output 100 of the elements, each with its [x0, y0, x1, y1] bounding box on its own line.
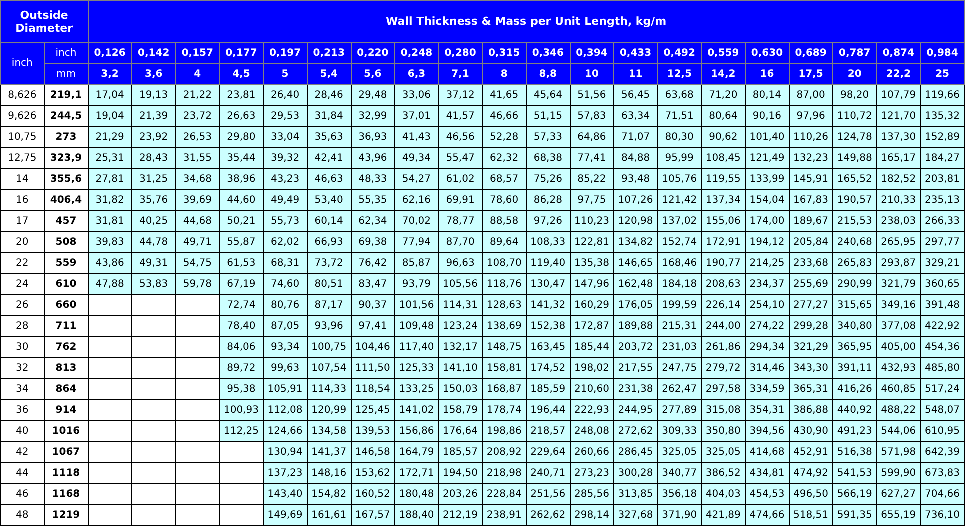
- table-cell: 62,32: [482, 148, 526, 168]
- table-cell: 84,06: [220, 336, 264, 358]
- table-cell: 64,86: [570, 126, 614, 148]
- table-cell: 20: [0, 232, 44, 252]
- table-cell: 711: [44, 316, 88, 336]
- table-cell: 37,12: [438, 84, 482, 106]
- table-cell: 174,00: [745, 210, 790, 232]
- table-cell: 248,08: [570, 420, 614, 442]
- table-cell: 44,78: [132, 232, 176, 252]
- table-cell: 457: [44, 210, 88, 232]
- table-cell: 210,60: [570, 378, 614, 400]
- table-cell: 68,38: [526, 148, 570, 168]
- table-cell: 57,33: [526, 126, 570, 148]
- column-header: 0,787: [832, 42, 877, 64]
- table-cell: 434,81: [745, 462, 790, 484]
- table-cell: 226,14: [702, 294, 746, 316]
- table-cell: 45,64: [526, 84, 570, 106]
- table-cell: 599,90: [876, 462, 921, 484]
- table-cell: 120,98: [614, 210, 658, 232]
- column-header: 3,6: [132, 64, 176, 84]
- table-cell: 53,40: [307, 190, 351, 210]
- table-cell: 25,31: [88, 148, 132, 168]
- table-cell: 355,6: [44, 168, 88, 190]
- table-cell: 85,22: [570, 168, 614, 190]
- table-cell: 146,58: [351, 442, 395, 462]
- table-cell: 33,06: [394, 84, 439, 106]
- table-cell: 46,66: [482, 106, 526, 126]
- table-cell: 112,25: [220, 420, 264, 442]
- table-cell: 27,81: [88, 168, 132, 190]
- table-cell: 219,1: [44, 84, 88, 106]
- table-cell: 496,50: [789, 484, 833, 504]
- table-cell: 23,72: [176, 106, 220, 126]
- table-cell: 566,19: [832, 484, 877, 504]
- table-cell: 421,89: [702, 504, 746, 526]
- table-cell: 71,51: [658, 106, 702, 126]
- table-cell: 233,68: [789, 252, 833, 274]
- table-cell: 185,44: [570, 336, 614, 358]
- table-cell: 251,56: [526, 484, 570, 504]
- table-cell: 154,04: [745, 190, 790, 210]
- table-cell: 285,56: [570, 484, 614, 504]
- table-cell: 158,81: [482, 358, 526, 378]
- table-cell: 49,31: [132, 252, 176, 274]
- table-cell: 198,86: [482, 420, 526, 442]
- table-cell: 48,33: [351, 168, 395, 190]
- table-cell: 134,58: [307, 420, 351, 442]
- table-cell: 360,65: [920, 274, 964, 294]
- table-cell: 44: [0, 462, 44, 484]
- table-cell: 21,22: [176, 84, 220, 106]
- table-cell: 165,17: [876, 148, 921, 168]
- table-cell: 48: [0, 504, 44, 526]
- table-cell: 266,33: [920, 210, 964, 232]
- table-cell: 1219: [44, 504, 88, 526]
- table-cell: 96,63: [438, 252, 482, 274]
- column-header: 5,4: [307, 64, 351, 84]
- table-cell: 180,48: [394, 484, 439, 504]
- table-cell: 41,65: [482, 84, 526, 106]
- table-cell: 40,25: [132, 210, 176, 232]
- table-cell: 414,68: [745, 442, 790, 462]
- table-cell: 704,66: [920, 484, 964, 504]
- table-cell: 69,38: [351, 232, 395, 252]
- table-cell: 89,72: [220, 358, 264, 378]
- table-cell: 95,38: [220, 378, 264, 400]
- table-cell: 19,13: [132, 84, 176, 106]
- table-cell: 321,29: [789, 336, 833, 358]
- table-cell: 53,83: [132, 274, 176, 294]
- table-cell: 212,19: [438, 504, 482, 526]
- column-header: 17,5: [789, 64, 833, 84]
- table-cell: 42,41: [307, 148, 351, 168]
- table-cell: 137,34: [702, 190, 746, 210]
- table-cell: 43,96: [351, 148, 395, 168]
- table-cell: 118,76: [482, 274, 526, 294]
- table-cell: 254,10: [745, 294, 790, 316]
- table-cell: 121,42: [658, 190, 702, 210]
- table-cell: 199,59: [658, 294, 702, 316]
- table-cell: 198,02: [570, 358, 614, 378]
- table-cell: 66,93: [307, 232, 351, 252]
- table-cell: 452,91: [789, 442, 833, 462]
- column-header: inch: [0, 42, 44, 84]
- table-cell: 21,39: [132, 106, 176, 126]
- table-cell: 93,79: [394, 274, 439, 294]
- column-header: 0,433: [614, 42, 658, 64]
- table-cell: 152,38: [526, 316, 570, 336]
- table-cell: 215,53: [832, 210, 877, 232]
- table-cell: 168,87: [482, 378, 526, 400]
- table-cell: 145,91: [789, 168, 833, 190]
- column-header: 20: [832, 64, 877, 84]
- table-cell: 185,59: [526, 378, 570, 400]
- table-cell: 55,73: [263, 210, 308, 232]
- table-cell: 101,56: [394, 294, 439, 316]
- table-cell: 152,89: [920, 126, 964, 148]
- table-cell: 24: [0, 274, 44, 294]
- table-cell: 234,37: [745, 274, 790, 294]
- table-cell: 46: [0, 484, 44, 504]
- table-cell: 240,71: [526, 462, 570, 484]
- column-header: 0,984: [920, 42, 964, 64]
- table-cell: 148,75: [482, 336, 526, 358]
- table-cell: 119,55: [702, 168, 746, 190]
- column-header: inch: [44, 42, 88, 64]
- table-cell: 222,93: [570, 400, 614, 420]
- table-cell: 178,74: [482, 400, 526, 420]
